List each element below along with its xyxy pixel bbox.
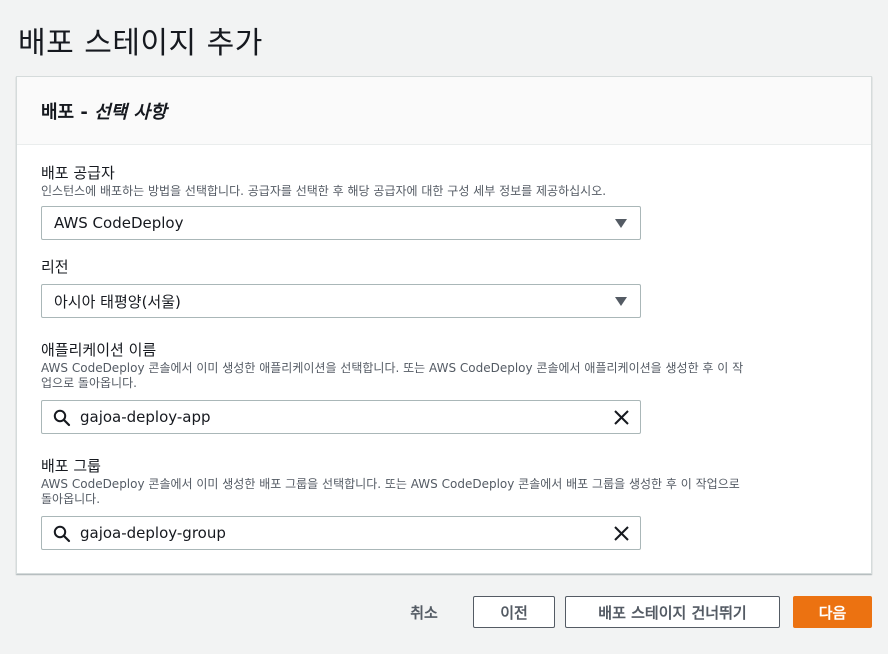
application-field: 애플리케이션 이름 AWS CodeDeploy 콘솔에서 이미 생성한 애플리… [41,340,821,434]
application-description-line2: 업으로 돌아옵니다. [41,376,137,390]
panel-title-optional: 선택 사항 [94,102,167,123]
deploy-panel: 배포 - 선택 사항 배포 공급자 인스턴스에 배포하는 방법을 선택합니다. … [16,76,872,574]
caret-down-icon [615,219,627,228]
caret-down-icon [615,297,627,306]
next-button[interactable]: 다음 [793,596,872,628]
application-input-value: gajoa-deploy-app [80,408,211,426]
provider-description: 인스턴스에 배포하는 방법을 선택합니다. 공급자를 선택한 후 해당 공급자에… [41,184,607,198]
provider-field: 배포 공급자 인스턴스에 배포하는 방법을 선택합니다. 공급자를 선택한 후 … [41,163,821,240]
provider-select-value: AWS CodeDeploy [54,214,184,232]
application-label: 애플리케이션 이름 [41,341,157,359]
search-icon [53,525,71,543]
deploy-group-input-value: gajoa-deploy-group [80,524,226,542]
application-input[interactable]: gajoa-deploy-app [41,400,641,434]
panel-title-main: 배포 - [41,102,95,123]
deploy-group-label: 배포 그룹 [41,457,101,475]
close-icon[interactable] [613,409,630,426]
search-icon [53,409,71,427]
skip-deploy-stage-button[interactable]: 배포 스테이지 건너뛰기 [565,596,780,628]
previous-button[interactable]: 이전 [473,596,555,628]
deploy-group-description-line2: 돌아옵니다. [41,492,101,506]
close-icon[interactable] [613,525,630,542]
panel-header: 배포 - 선택 사항 [17,77,871,145]
region-select-value: 아시아 태평양(서울) [54,292,181,311]
deploy-group-input[interactable]: gajoa-deploy-group [41,516,641,550]
page-title: 배포 스테이지 추가 [18,26,263,61]
application-description-line1: AWS CodeDeploy 콘솔에서 이미 생성한 애플리케이션을 선택합니다… [41,361,744,375]
cancel-button[interactable]: 취소 [396,596,452,628]
deploy-group-field: 배포 그룹 AWS CodeDeploy 콘솔에서 이미 생성한 배포 그룹을 … [41,456,821,550]
deploy-group-description-line1: AWS CodeDeploy 콘솔에서 이미 생성한 배포 그룹을 선택합니다.… [41,477,740,491]
panel-title: 배포 - 선택 사항 [41,98,847,124]
region-label: 리전 [41,258,69,276]
provider-label: 배포 공급자 [41,164,115,182]
provider-select[interactable]: AWS CodeDeploy [41,206,641,240]
region-field: 리전 아시아 태평양(서울) [41,257,821,318]
region-select[interactable]: 아시아 태평양(서울) [41,284,641,318]
